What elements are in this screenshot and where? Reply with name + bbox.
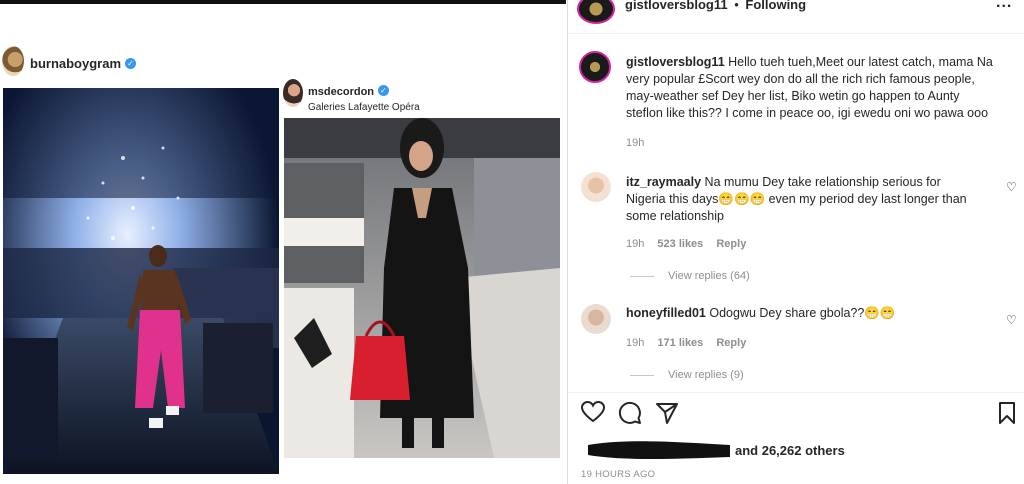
heart-icon[interactable]: [581, 401, 605, 423]
more-options-icon[interactable]: ...: [996, 0, 1012, 12]
comment-meta: 19h 523 likes Reply: [626, 238, 746, 250]
redacted-likers-scribble: [588, 441, 730, 459]
concert-photo[interactable]: [3, 88, 279, 474]
caption-line: may-weather sef Dey her list, Biko wetin…: [626, 89, 960, 103]
post1-header: burnaboygram ✓: [30, 55, 137, 73]
header-divider: [568, 33, 1024, 34]
caption-line: Hello tueh tueh,Meet our latest catch, m…: [728, 55, 993, 69]
likes-count[interactable]: and 26,262 others: [735, 443, 845, 458]
burnaboy-avatar[interactable]: [2, 46, 24, 76]
reply-button[interactable]: Reply: [716, 337, 746, 349]
caption-line: very popular £Scort wey don do all the r…: [626, 72, 975, 86]
post2-header: msdecordon ✓ Galeries Lafayette Opéra: [308, 82, 420, 113]
comment-line: Nigeria this days😁😁😁 even my period dey …: [626, 192, 967, 206]
verified-badge-icon: ✓: [125, 58, 137, 70]
comment-username[interactable]: honeyfilled01: [626, 306, 706, 320]
header-separator: •: [734, 0, 739, 12]
comment-time: 19h: [626, 238, 645, 250]
caption-line: steflon like this?? I come in peace oo, …: [626, 106, 989, 120]
replies-line: [630, 276, 654, 277]
verified-badge-icon: ✓: [378, 85, 390, 97]
commenter-avatar[interactable]: [581, 172, 611, 202]
view-replies-button[interactable]: View replies (9): [668, 369, 744, 381]
comment-text: honeyfilled01 Odogwu Dey share gbola??😁😁: [626, 305, 1006, 322]
msdecordon-avatar[interactable]: [283, 79, 303, 107]
post2-username[interactable]: msdecordon: [308, 86, 374, 98]
share-icon[interactable]: [655, 401, 679, 425]
bookmark-icon[interactable]: [998, 401, 1016, 425]
comment-line: some relationship: [626, 209, 724, 223]
comment-like-heart-icon[interactable]: ♡: [1006, 313, 1017, 327]
post1-username[interactable]: burnaboygram: [30, 56, 121, 71]
following-button[interactable]: Following: [745, 0, 806, 12]
header-username[interactable]: gistloversblog11: [625, 0, 728, 12]
caption-time: 19h: [626, 137, 645, 149]
comment-like-heart-icon[interactable]: ♡: [1006, 180, 1017, 194]
comment-text: itz_raymaaly Na mumu Dey take relationsh…: [626, 174, 1006, 225]
comment-likes[interactable]: 523 likes: [657, 238, 703, 250]
comment-time: 19h: [626, 337, 645, 349]
comment-username[interactable]: itz_raymaaly: [626, 175, 701, 189]
comment-line: Na mumu Dey take relationship serious fo…: [704, 175, 941, 189]
reply-button[interactable]: Reply: [716, 238, 746, 250]
commenter-avatar[interactable]: [581, 304, 611, 334]
replies-line: [630, 375, 654, 376]
post2-location[interactable]: Galeries Lafayette Opéra: [308, 102, 420, 113]
caption-text: gistloversblog11 Hello tueh tueh,Meet ou…: [626, 54, 1021, 122]
mall-photo[interactable]: [284, 118, 560, 458]
view-replies-button[interactable]: View replies (64): [668, 270, 750, 282]
comment-icon[interactable]: [618, 401, 642, 425]
actions-divider: [568, 392, 1024, 393]
post-header: gistloversblog11 • Following: [625, 0, 806, 12]
caption-username[interactable]: gistloversblog11: [626, 55, 725, 69]
comment-likes[interactable]: 171 likes: [657, 337, 703, 349]
comment-meta: 19h 171 likes Reply: [626, 337, 746, 349]
post-timestamp: 19 HOURS AGO: [581, 469, 656, 480]
comment-line: Odogwu Dey share gbola??😁😁: [709, 306, 896, 320]
caption-avatar[interactable]: [579, 51, 611, 83]
